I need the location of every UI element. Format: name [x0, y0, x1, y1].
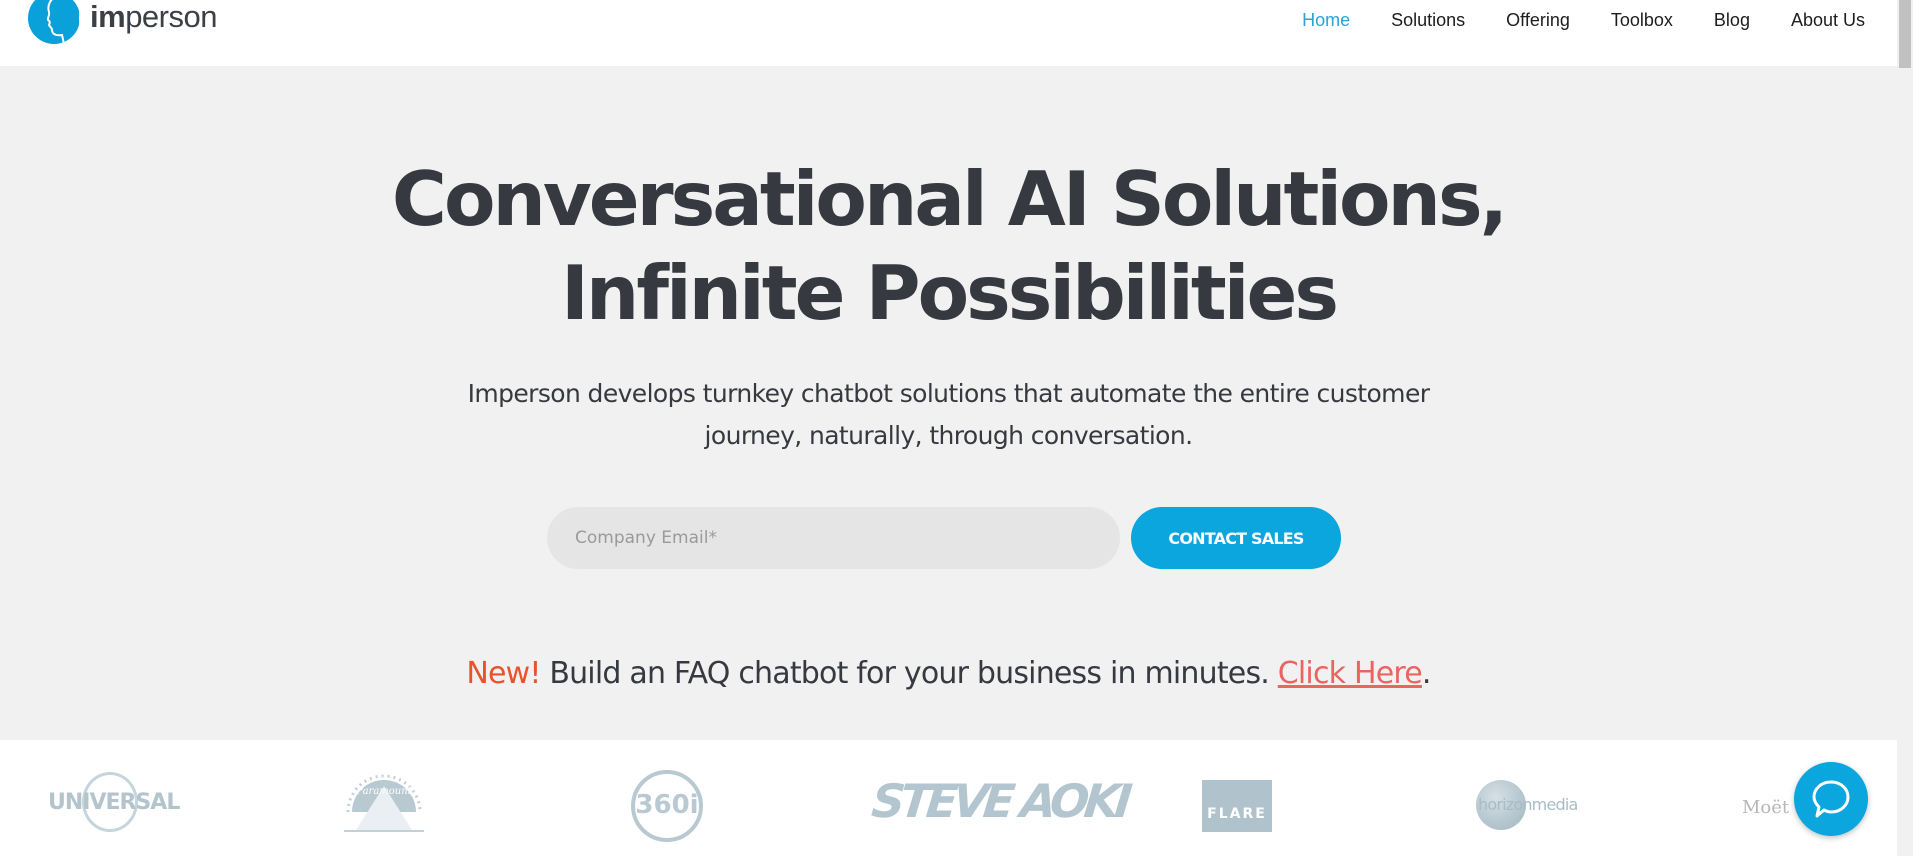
nav-about-us[interactable]: About Us — [1791, 10, 1865, 31]
nav-toolbox[interactable]: Toolbox — [1611, 10, 1673, 31]
client-logos-strip: UNIVERSAL Paramount 360i STEVE AOKI FLAR… — [0, 740, 1897, 856]
nav-blog[interactable]: Blog — [1714, 10, 1750, 31]
universal-logo: UNIVERSAL — [46, 772, 180, 832]
horizon-media-logo: horizonmedia — [1476, 780, 1586, 830]
new-badge: New! — [466, 656, 541, 691]
hero-title: Conversational AI Solutions, Infinite Po… — [0, 152, 1897, 340]
steve-aoki-logo: STEVE AOKI — [869, 774, 1130, 828]
nav-offering[interactable]: Offering — [1506, 10, 1570, 31]
promo-text: Build an FAQ chatbot for your business i… — [540, 656, 1278, 691]
hero-subtitle-line-1: Imperson develops turnkey chatbot soluti… — [467, 379, 1430, 408]
chat-bubble-icon — [1812, 780, 1850, 818]
contact-sales-button[interactable]: CONTACT SALES — [1131, 507, 1341, 569]
360i-logo: 360i — [631, 770, 703, 842]
nav-home[interactable]: Home — [1302, 10, 1350, 31]
page-scrollbar[interactable] — [1897, 0, 1913, 856]
flare-games-logo: FLARE — [1202, 780, 1272, 832]
site-header: imperson Home Solutions Offering Toolbox… — [0, 0, 1897, 66]
company-email-input[interactable] — [547, 507, 1120, 569]
contact-form: CONTACT SALES — [547, 507, 1341, 569]
hero-subtitle: Imperson develops turnkey chatbot soluti… — [0, 373, 1897, 457]
imperson-logo[interactable]: imperson — [28, 0, 217, 44]
nav-solutions[interactable]: Solutions — [1391, 10, 1465, 31]
main-nav: Home Solutions Offering Toolbox Blog Abo… — [1261, 10, 1865, 31]
chat-widget-button[interactable] — [1794, 762, 1868, 836]
promo-suffix: . — [1421, 656, 1432, 691]
click-here-link[interactable]: Click Here — [1278, 656, 1423, 691]
svg-text:Paramount: Paramount — [355, 786, 412, 797]
scrollbar-thumb[interactable] — [1899, 0, 1911, 68]
profile-head-icon — [28, 0, 80, 44]
logo-wordmark: imperson — [90, 0, 217, 34]
faq-promo: New! Build an FAQ chatbot for your busin… — [0, 656, 1897, 691]
hero-subtitle-line-2: journey, naturally, through conversation… — [704, 421, 1194, 450]
hero-title-line-2: Infinite Possibilities — [561, 249, 1339, 337]
paramount-logo: Paramount — [338, 764, 430, 836]
moet-logo: Moët — [1742, 797, 1790, 818]
hero-title-line-1: Conversational AI Solutions, — [391, 155, 1508, 243]
